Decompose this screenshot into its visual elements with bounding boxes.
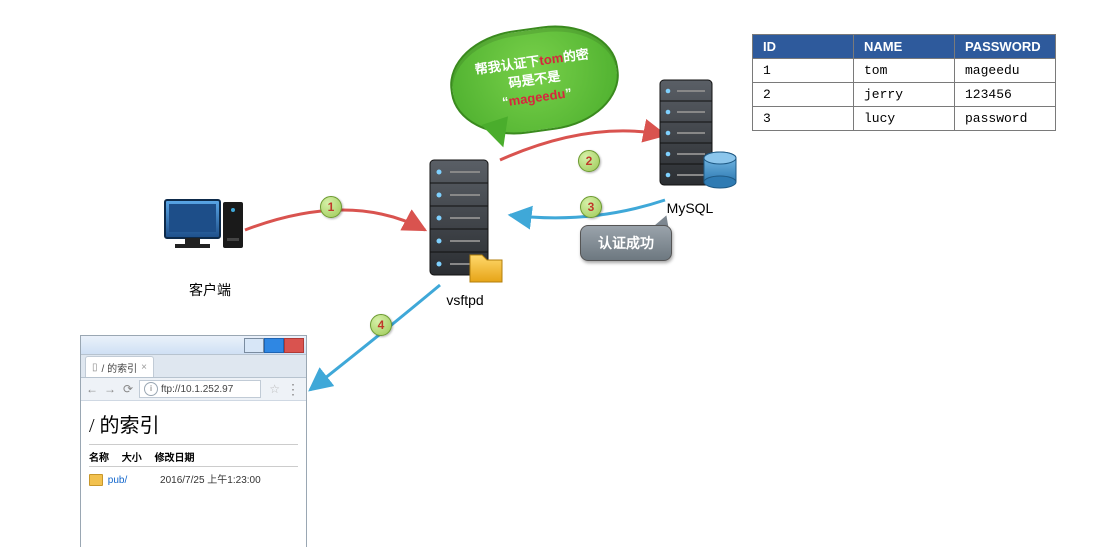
client-label: 客户端 <box>180 280 240 300</box>
reload-button[interactable]: ⟳ <box>121 382 135 396</box>
browser-window: ▯ / 的索引 × ← → ⟳ i ftp://10.1.252.97 ☆ ⋮ … <box>80 335 307 547</box>
col-size: 大小 <box>122 449 152 464</box>
url-input[interactable]: i ftp://10.1.252.97 <box>139 380 261 398</box>
pub-folder-link[interactable]: pub/ <box>108 475 127 486</box>
arrow-4 <box>310 285 440 390</box>
divider <box>89 466 298 467</box>
db-col-id: ID <box>753 35 854 59</box>
col-name: 名称 <box>89 449 119 464</box>
vsftpd-server-icon <box>430 160 502 282</box>
menu-icon[interactable]: ⋮ <box>284 381 302 398</box>
listing-header: 名称 大小 修改日期 <box>89 449 298 464</box>
tab-title: / 的索引 <box>102 360 138 375</box>
forward-button[interactable]: → <box>103 382 117 396</box>
browser-tabstrip: ▯ / 的索引 × <box>81 355 306 378</box>
step-1-badge: 1 <box>320 196 342 218</box>
bubble-quote-r: ” <box>564 85 573 101</box>
bookmark-icon[interactable]: ☆ <box>269 382 280 396</box>
table-row: 3 lucy password <box>753 107 1056 131</box>
back-button[interactable]: ← <box>85 382 99 396</box>
client-icon <box>165 200 243 248</box>
step-2-badge: 2 <box>578 150 600 172</box>
auth-success-callout: 认证成功 <box>580 225 672 261</box>
folder-icon <box>89 474 103 486</box>
browser-titlebar <box>81 336 306 355</box>
table-row: 1 tom mageedu <box>753 59 1056 83</box>
page-icon: ▯ <box>92 362 98 373</box>
folder-icon <box>470 255 502 282</box>
table-row: 2 jerry 123456 <box>753 83 1056 107</box>
info-icon[interactable]: i <box>144 382 158 396</box>
window-maximize-button[interactable] <box>264 338 284 353</box>
list-item: pub/ 2016/7/25 上午1:23:00 <box>89 471 298 486</box>
browser-tab[interactable]: ▯ / 的索引 × <box>85 356 154 377</box>
bubble-text-1b: 的密 <box>562 46 590 64</box>
entry-date: 2016/7/25 上午1:23:00 <box>160 475 261 486</box>
mysql-server-icon <box>660 80 736 188</box>
divider <box>89 444 298 445</box>
database-icon <box>704 152 736 188</box>
mysql-label: MySQL <box>660 200 720 216</box>
col-date: 修改日期 <box>155 453 195 464</box>
step-3-badge: 3 <box>580 196 602 218</box>
bubble-user: tom <box>538 50 564 68</box>
browser-page: / 的索引 名称 大小 修改日期 pub/ 2016/7/25 上午1:23:0… <box>81 401 306 558</box>
page-heading: / 的索引 <box>89 409 298 438</box>
browser-addressbar: ← → ⟳ i ftp://10.1.252.97 ☆ ⋮ <box>81 378 306 401</box>
window-minimize-button[interactable] <box>244 338 264 353</box>
close-icon[interactable]: × <box>141 362 147 373</box>
vsftpd-label: vsftpd <box>435 292 495 308</box>
db-col-password: PASSWORD <box>955 35 1056 59</box>
window-close-button[interactable] <box>284 338 304 353</box>
step-4-badge: 4 <box>370 314 392 336</box>
user-db-table: ID NAME PASSWORD 1 tom mageedu 2 jerry 1… <box>752 34 1056 131</box>
url-text: ftp://10.1.252.97 <box>161 384 233 395</box>
db-col-name: NAME <box>854 35 955 59</box>
